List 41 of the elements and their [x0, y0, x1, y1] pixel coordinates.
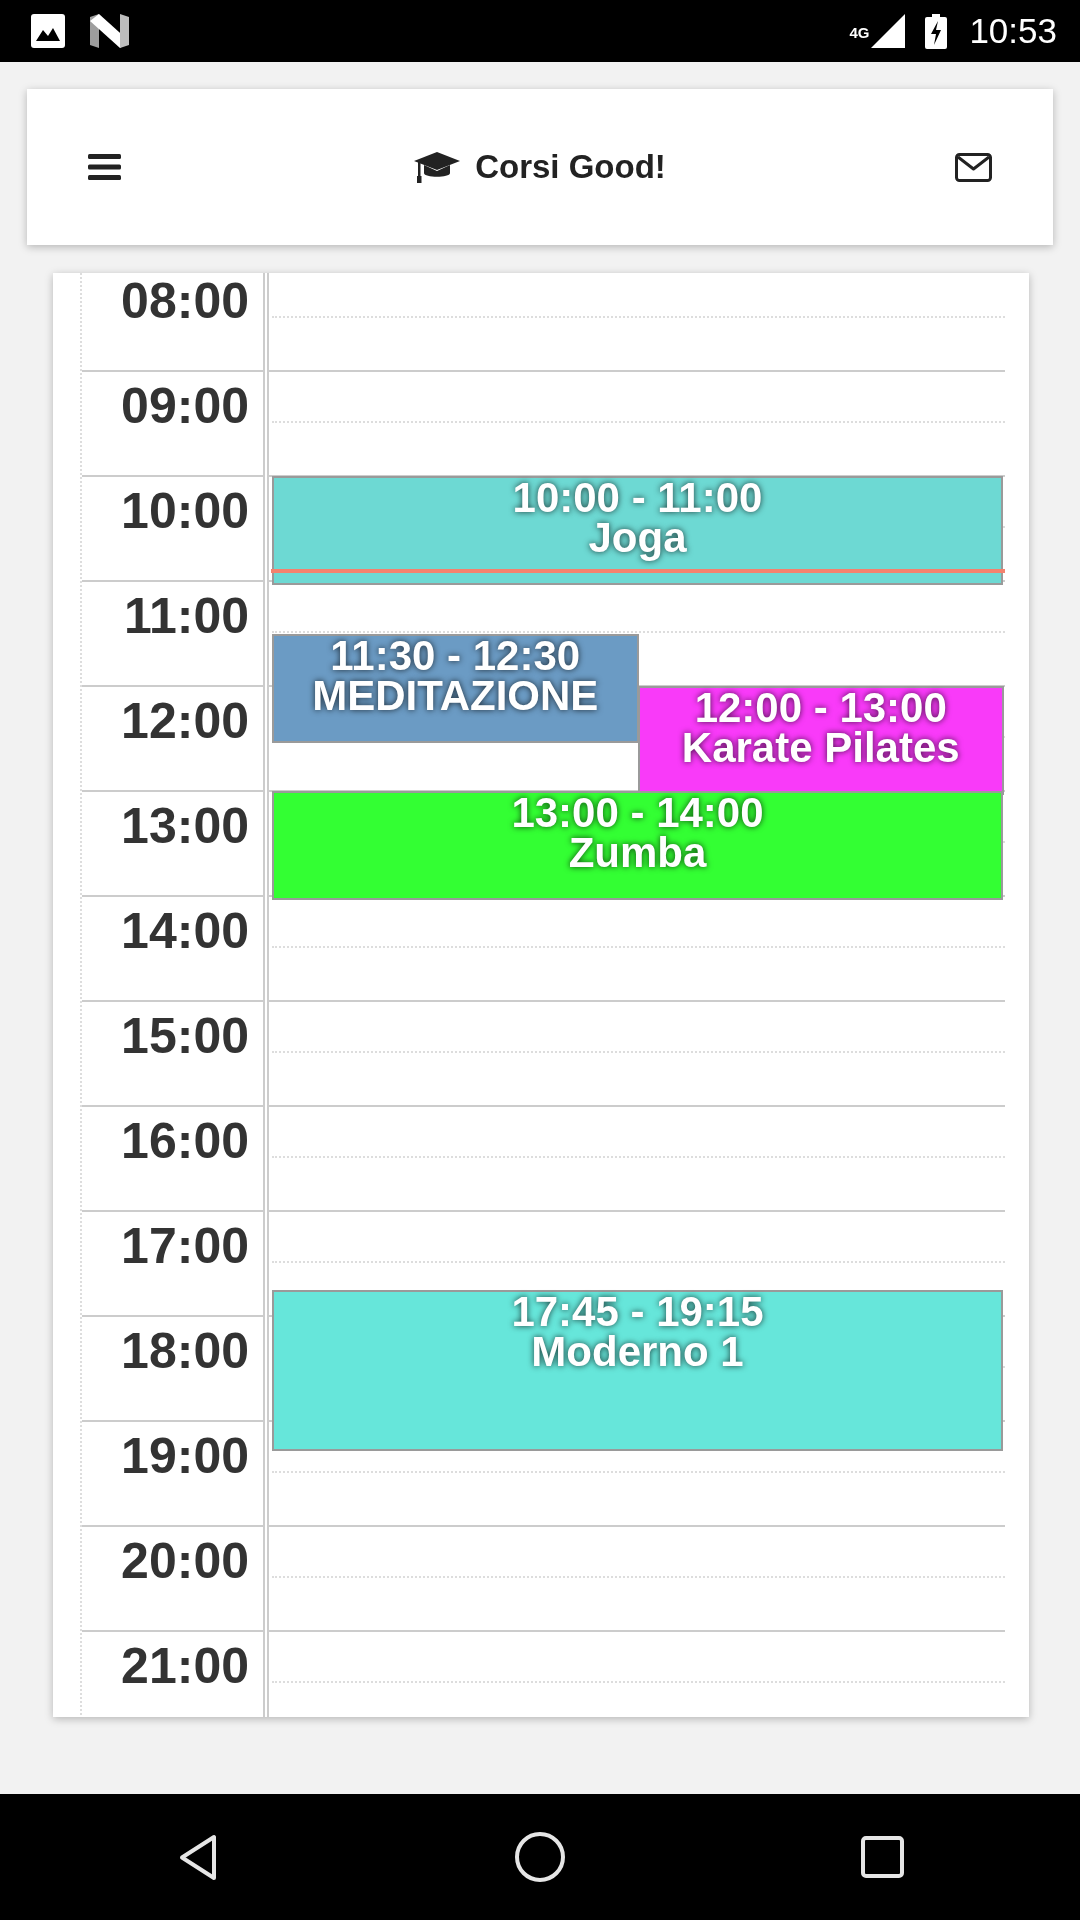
hour-label: 15:00 [121, 1010, 249, 1066]
event-title: Moderno 1 [531, 1331, 744, 1372]
signal-icon [871, 14, 906, 48]
hour-label: 09:00 [121, 380, 249, 436]
network-type: 4G [849, 25, 870, 40]
hour-label: 18:00 [121, 1325, 249, 1381]
recents-icon[interactable] [861, 1836, 904, 1878]
event-time: 12:00 - 13:00 [694, 688, 947, 728]
hour-label: 12:00 [121, 695, 249, 751]
battery-charging-icon [925, 13, 948, 49]
event-time: 13:00 - 14:00 [511, 793, 764, 833]
calendar-event[interactable]: 12:00 - 13:00 Karate Pilates [637, 686, 1004, 795]
event-time: 10:00 - 11:00 [512, 478, 763, 518]
menu-icon[interactable] [88, 154, 121, 180]
hour-label: 16:00 [121, 1115, 249, 1171]
event-title: Karate Pilates [681, 728, 960, 768]
hour-label: 14:00 [121, 905, 249, 961]
event-title: MEDITAZIONE [312, 675, 599, 716]
calendar-event[interactable]: 11:30 - 12:30 MEDITAZIONE [272, 633, 639, 743]
mail-icon[interactable] [955, 152, 992, 182]
calendar-event[interactable]: 13:00 - 14:00 Zumba [272, 791, 1003, 900]
calendar-event[interactable]: 17:45 - 19:15 Moderno 1 [272, 1289, 1003, 1452]
back-icon[interactable] [177, 1833, 218, 1881]
hour-label: 11:00 [123, 590, 249, 646]
event-time: 11:30 - 12:30 [330, 635, 581, 676]
hour-label: 17:00 [121, 1220, 249, 1276]
event-title: Zumba [568, 833, 707, 873]
hour-label: 19:00 [121, 1430, 249, 1486]
clock-time: 10:53 [969, 11, 1057, 51]
hour-label: 20:00 [121, 1535, 249, 1591]
event-time: 17:45 - 19:15 [511, 1291, 764, 1332]
graduation-cap-icon [414, 151, 461, 183]
hour-label: 10:00 [121, 485, 249, 541]
home-icon[interactable] [515, 1832, 565, 1882]
image-icon [31, 14, 65, 48]
hour-label: 08:00 [121, 275, 249, 331]
hour-label: 21:00 [121, 1640, 249, 1696]
app-title: Corsi Good! [475, 147, 666, 187]
hour-label: 13:00 [121, 800, 249, 856]
calendar-event[interactable]: 10:00 - 11:00 Joga [272, 476, 1003, 585]
n-logo-icon [90, 14, 129, 48]
